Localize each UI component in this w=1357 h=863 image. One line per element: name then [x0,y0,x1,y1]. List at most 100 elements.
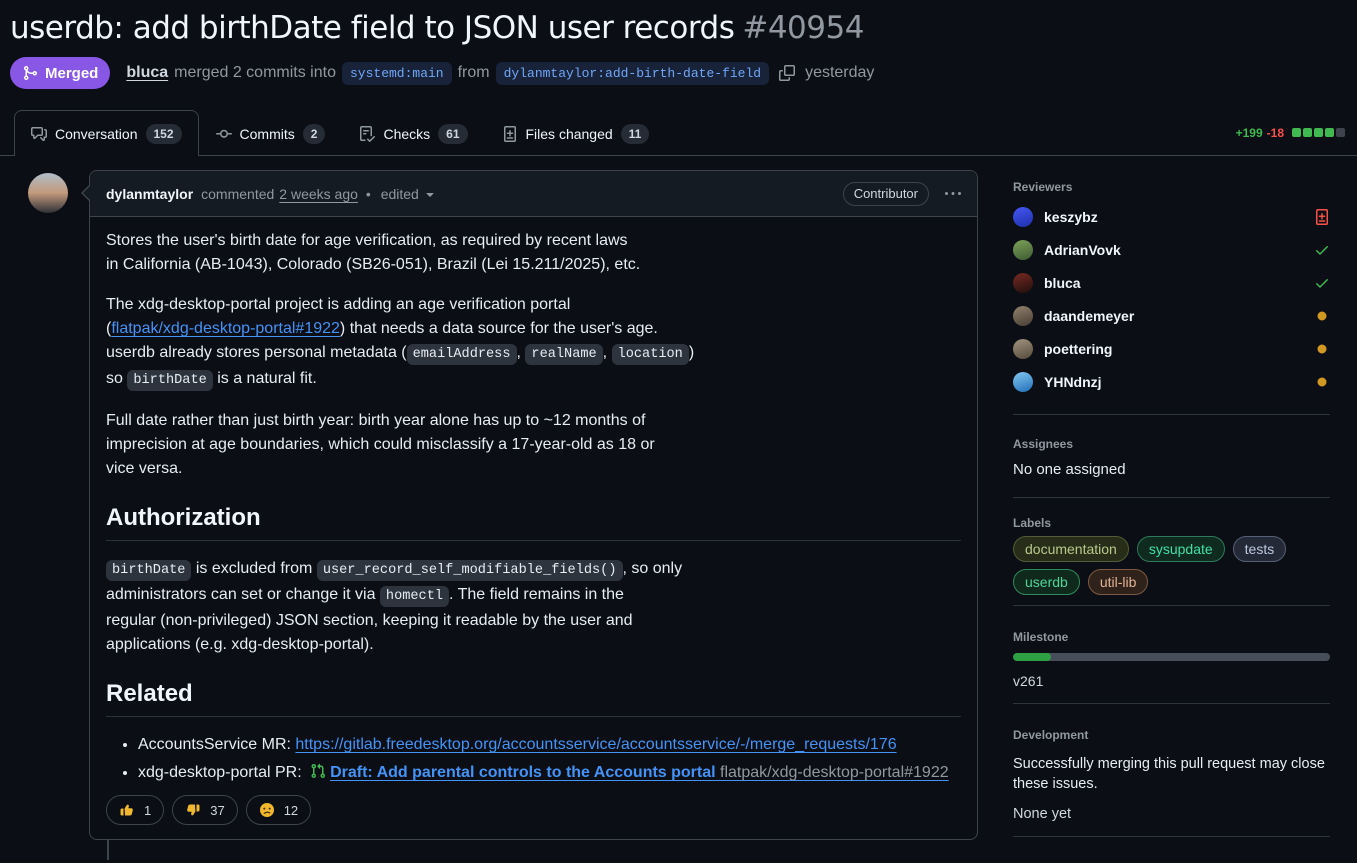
list-item: xdg-desktop-portal PR: Draft: Add parent… [138,761,961,785]
reviewer-row: bluca [1013,273,1330,293]
milestone-progress-fill [1013,653,1051,661]
pr-header: userdb: add birthDate field to JSON user… [0,0,1357,89]
comment-card: dylanmtaylor commented 2 weeks ago • edi… [89,170,978,840]
comment-author-avatar[interactable] [28,173,68,213]
reviewer-row: keszybz [1013,207,1330,227]
label-documentation[interactable]: documentation [1013,536,1129,562]
status-badge: Merged [10,57,110,89]
head-branch-label[interactable]: dylanmtaylor:add-birth-date-field [496,62,769,85]
contributor-badge: Contributor [843,182,929,206]
reaction-thumbs-up[interactable]: 1 [106,795,164,825]
reviewer-avatar[interactable] [1013,240,1033,260]
timeline-connector-line [107,840,109,860]
reaction-count: 12 [284,803,298,818]
review-status-pending-icon [1314,374,1330,390]
copy-icon [779,65,795,81]
byline-from-text: from [458,64,490,82]
tab-files-changed[interactable]: Files changed11 [485,110,667,156]
reaction-count: 1 [144,803,151,818]
reviewer-avatar[interactable] [1013,306,1033,326]
thumbs-up-emoji [119,802,135,818]
tab-counter: 61 [438,124,467,144]
section-heading: Related [106,679,961,717]
reviewer-avatar[interactable] [1013,372,1033,392]
author-link[interactable]: bluca [126,64,168,82]
diff-stat[interactable]: +199 -18 [1236,126,1345,140]
comment-options-button[interactable] [945,186,961,202]
section-heading: Authorization [106,503,961,541]
edited-indicator[interactable]: • edited [366,186,438,202]
review-status-approved-icon [1314,242,1330,258]
thumbs-down-emoji [185,802,201,818]
reviewer-name[interactable]: YHNdnzj [1044,374,1303,390]
diff-block-add [1292,128,1301,137]
sidebar-section-labels: Labels documentationsysupdatetestsuserdb… [1013,498,1330,606]
reviewer-name[interactable]: poettering [1044,341,1303,357]
reaction-confused[interactable]: 12 [246,795,311,825]
reviewer-name[interactable]: daandemeyer [1044,308,1303,324]
reviewer-row: poettering [1013,339,1330,359]
reviewers-heading: Reviewers [1013,180,1330,194]
byline-action-text: merged 2 commits into [174,64,336,82]
reviewer-avatar[interactable] [1013,339,1033,359]
tab-commits[interactable]: Commits2 [199,110,343,156]
diff-additions: +199 [1236,126,1263,140]
comment-discussion-icon [31,126,47,142]
inline-code: birthDate [106,560,191,581]
reviewer-row: YHNdnzj [1013,372,1330,392]
pr-reference-link[interactable]: Draft: Add parental controls to the Acco… [330,764,949,781]
pr-tabs: Conversation152 Commits2 Checks61 Files … [0,110,1357,156]
reviewer-name[interactable]: bluca [1044,275,1303,291]
comment-paragraph: birthDate is excluded from user_record_s… [106,557,961,657]
pull-request-icon [310,763,326,779]
review-status-approved-icon [1314,275,1330,291]
label-tests[interactable]: tests [1233,536,1287,562]
comment-author-link[interactable]: dylanmtaylor [106,186,193,202]
timeline: dylanmtaylor commented 2 weeks ago • edi… [28,170,978,860]
comment-body: Stores the user's birth date for age ver… [90,217,977,785]
label-util-lib[interactable]: util-lib [1088,569,1149,595]
sidebar-section-assignees: Assignees No one assigned [1013,415,1330,498]
comment-paragraph: Stores the user's birth date for age ver… [106,229,961,277]
kebab-icon [945,186,961,202]
tab-counter: 11 [621,124,650,144]
tab-checks[interactable]: Checks61 [342,110,484,156]
reviewer-row: daandemeyer [1013,306,1330,326]
reviewer-avatar[interactable] [1013,207,1033,227]
reaction-thumbs-down[interactable]: 37 [172,795,237,825]
diff-block-neutral [1336,128,1345,137]
confused-emoji [259,802,275,818]
pr-content: dylanmtaylor commented 2 weeks ago • edi… [0,170,1357,860]
comment-timestamp-link[interactable]: 2 weeks ago [279,186,358,202]
tab-counter: 152 [146,124,182,144]
milestone-name[interactable]: v261 [1013,673,1330,689]
assignees-heading: Assignees [1013,437,1330,451]
base-branch-label[interactable]: systemd:main [342,62,452,85]
diff-blocks [1292,128,1345,137]
reaction-count: 37 [210,803,224,818]
reviewer-name[interactable]: keszybz [1044,209,1303,225]
review-status-pending-icon [1314,341,1330,357]
comment-header: dylanmtaylor commented 2 weeks ago • edi… [90,171,977,217]
label-sysupdate[interactable]: sysupdate [1137,536,1225,562]
development-text: Successfully merging this pull request m… [1013,754,1330,794]
diff-block-add [1314,128,1323,137]
copy-branch-button[interactable] [779,65,795,81]
pr-byline: Merged bluca merged 2 commits into syste… [10,57,1333,89]
sidebar-section-milestone: Milestone v261 [1013,606,1330,704]
inline-code: user_record_self_modifiable_fields() [317,560,623,581]
reviewer-avatar[interactable] [1013,273,1033,293]
related-list: AccountsService MR: https://gitlab.freed… [106,733,961,785]
diff-block-add [1303,128,1312,137]
tab-counter: 2 [303,124,326,144]
label-userdb[interactable]: userdb [1013,569,1080,595]
inline-code: homectl [380,586,449,607]
tab-conversation[interactable]: Conversation152 [14,110,199,156]
merged-time: yesterday [805,64,874,82]
inline-code: location [612,344,689,365]
inline-link[interactable]: https://gitlab.freedesktop.org/accountss… [295,736,896,753]
reactions-bar: 1 37 12 [90,795,977,839]
inline-code: realName [525,344,602,365]
inline-link[interactable]: flatpak/xdg-desktop-portal#1922 [111,320,340,337]
reviewer-name[interactable]: AdrianVovk [1044,242,1303,258]
